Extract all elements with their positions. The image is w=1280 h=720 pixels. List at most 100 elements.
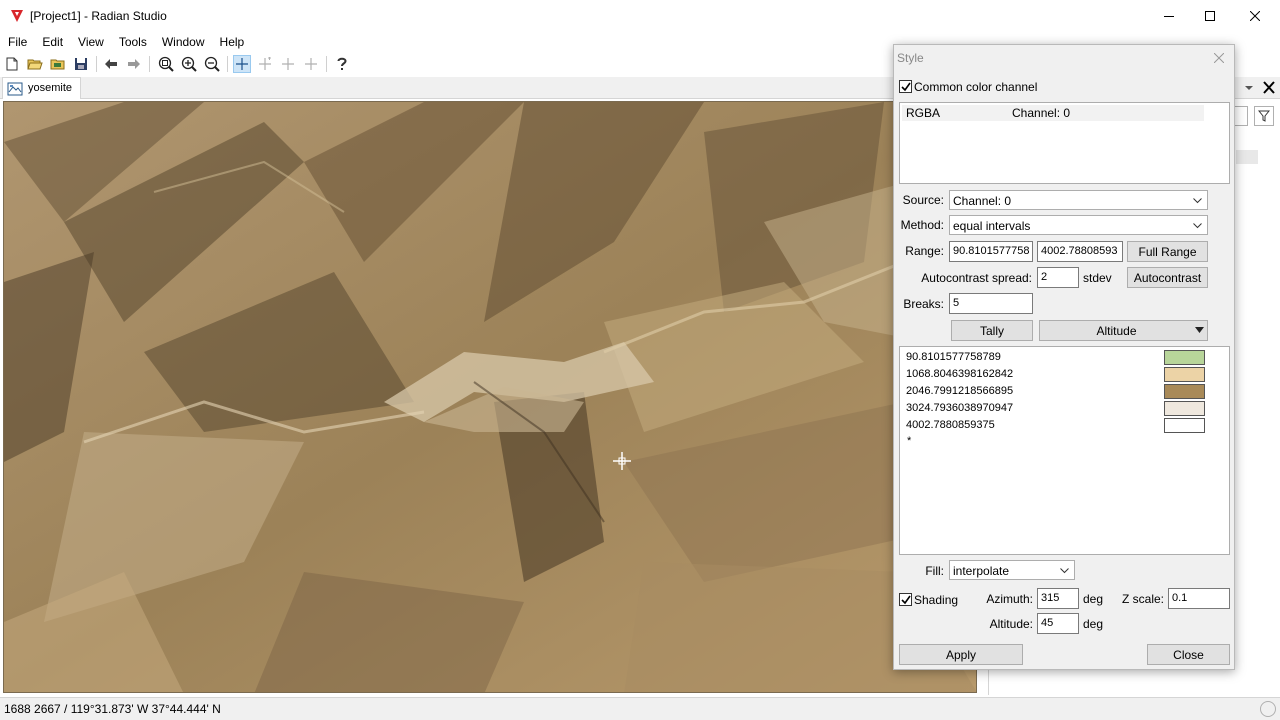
toolbar-separator [326, 56, 327, 72]
break-color-swatch[interactable] [1164, 350, 1205, 365]
menu-window[interactable]: Window [154, 32, 212, 52]
autocontrast-spread-label: Autocontrast spread: [921, 271, 1032, 285]
crosshair-line-icon [282, 58, 294, 70]
azimuth-label: Azimuth: [986, 592, 1033, 606]
arrow-right-icon [128, 59, 140, 69]
close-icon [1250, 11, 1260, 21]
new-break-marker[interactable]: * [907, 435, 911, 447]
range-max-field[interactable]: 4002.78808593 [1037, 241, 1123, 262]
break-row[interactable]: 90.8101577758789 [906, 349, 1226, 366]
filter-icon [1258, 110, 1270, 122]
window-close-button[interactable] [1232, 0, 1278, 32]
apply-button[interactable]: Apply [899, 644, 1023, 665]
add-line-button[interactable] [279, 55, 297, 73]
back-button[interactable] [102, 55, 120, 73]
select-tool-button[interactable] [233, 55, 251, 73]
toolbar-separator [96, 56, 97, 72]
zoom-fit-button[interactable] [157, 55, 175, 73]
break-color-swatch[interactable] [1164, 418, 1205, 433]
breaks-list[interactable]: 90.8101577758789 1068.8046398162842 2046… [899, 346, 1230, 555]
break-color-swatch[interactable] [1164, 367, 1205, 382]
style-dialog: Style Common color channel RGBA Channel:… [893, 44, 1235, 670]
dialog-close-button[interactable] [1209, 50, 1229, 66]
toolbar-separator [227, 56, 228, 72]
azimuth-field[interactable]: 315 [1037, 588, 1079, 609]
close-button[interactable]: Close [1147, 644, 1230, 665]
menu-edit[interactable]: Edit [34, 32, 70, 52]
break-row[interactable]: 2046.7991218566895 [906, 383, 1226, 400]
shading-label: Shading [914, 593, 959, 607]
help-icon [337, 57, 347, 70]
crosshair-area-icon [305, 58, 317, 70]
menu-tools[interactable]: Tools [111, 32, 154, 52]
break-value: 2046.7991218566895 [906, 385, 1014, 397]
open-project-button[interactable] [49, 55, 67, 73]
altitude-unit: deg [1083, 617, 1104, 631]
map-view[interactable] [3, 101, 977, 693]
add-area-button[interactable] [302, 55, 320, 73]
method-select[interactable]: equal intervals [949, 215, 1208, 235]
menu-file[interactable]: File [0, 32, 34, 52]
channel-index: Channel: 0 [1012, 106, 1071, 120]
break-value: 4002.7880859375 [906, 419, 995, 431]
chevron-down-icon[interactable] [1244, 84, 1254, 92]
save-button[interactable] [72, 55, 90, 73]
common-channel-label: Common color channel [914, 80, 1038, 94]
altitude-value: 45 [1041, 617, 1054, 629]
break-row[interactable]: 1068.8046398162842 [906, 366, 1226, 383]
menu-view[interactable]: View [70, 32, 111, 52]
palette-button[interactable]: Altitude [1039, 320, 1208, 341]
add-point-button[interactable] [256, 55, 274, 73]
new-button[interactable] [3, 55, 21, 73]
help-button[interactable] [333, 55, 351, 73]
range-label: Range: [905, 244, 944, 258]
status-bar: 1688 2667 / 119°31.873' W 37°44.444' N [0, 697, 1280, 720]
checkmark-icon [901, 595, 911, 605]
fill-value: interpolate [953, 564, 1010, 578]
break-value: 1068.8046398162842 [906, 368, 1014, 380]
save-icon [75, 58, 87, 70]
tally-button[interactable]: Tally [951, 320, 1033, 341]
terrain-map [4, 102, 976, 692]
range-min-field[interactable]: 90.8101577758 [949, 241, 1033, 262]
zoom-in-button[interactable] [180, 55, 198, 73]
autocontrast-button[interactable]: Autocontrast [1127, 267, 1208, 288]
menu-help[interactable]: Help [212, 32, 252, 52]
panel-list-row[interactable] [1236, 150, 1258, 164]
shading-checkbox[interactable] [899, 593, 912, 606]
minimize-button[interactable] [1146, 0, 1192, 32]
panel-close-icon[interactable] [1260, 80, 1278, 96]
open-button[interactable] [26, 55, 44, 73]
toolbar-separator [149, 56, 150, 72]
forward-button[interactable] [125, 55, 143, 73]
source-select[interactable]: Channel: 0 [949, 190, 1208, 210]
breaks-label: Breaks: [903, 297, 944, 311]
channel-list[interactable]: RGBA Channel: 0 [899, 102, 1230, 184]
source-value: Channel: 0 [953, 194, 1012, 208]
autocontrast-spread-field[interactable]: 2 [1037, 267, 1079, 288]
altitude-field[interactable]: 45 [1037, 613, 1079, 634]
zoom-fit-icon [158, 56, 174, 72]
break-row[interactable]: 3024.7936038970947 [906, 400, 1226, 417]
dialog-title: Style [897, 51, 924, 65]
channel-row[interactable]: RGBA Channel: 0 [902, 105, 1204, 121]
maximize-button[interactable] [1187, 0, 1233, 32]
common-channel-checkbox[interactable] [899, 80, 912, 93]
zscale-field[interactable]: 0.1 [1168, 588, 1230, 609]
tab-yosemite[interactable]: yosemite [2, 77, 82, 99]
full-range-button[interactable]: Full Range [1127, 241, 1208, 262]
fill-select[interactable]: interpolate [949, 560, 1075, 580]
range-max-value: 4002.78808593 [1041, 245, 1118, 257]
zoom-out-button[interactable] [203, 55, 221, 73]
dropdown-arrow-icon[interactable] [1195, 327, 1204, 334]
minimize-icon [1164, 16, 1174, 17]
filter-button[interactable] [1254, 106, 1274, 126]
fill-label: Fill: [925, 564, 944, 578]
open-folder-icon [27, 59, 43, 70]
breaks-field[interactable]: 5 [949, 293, 1033, 314]
break-color-swatch[interactable] [1164, 384, 1205, 399]
radian-logo-icon [11, 10, 23, 22]
break-row[interactable]: 4002.7880859375 [906, 417, 1226, 434]
break-value: 90.8101577758789 [906, 351, 1001, 363]
break-color-swatch[interactable] [1164, 401, 1205, 416]
